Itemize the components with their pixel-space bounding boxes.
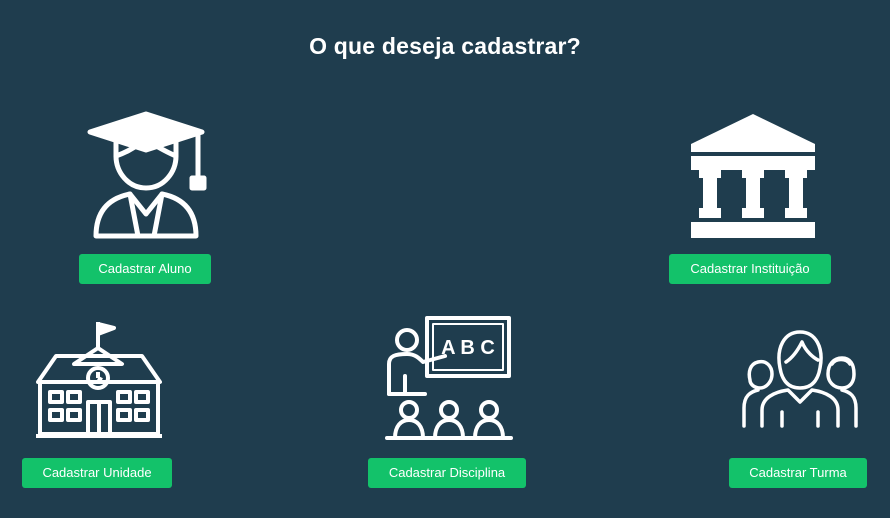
school-building-icon[interactable] (36, 320, 162, 440)
institution-building-icon[interactable] (689, 112, 817, 240)
cadastrar-disciplina-button[interactable]: Cadastrar Disciplina (368, 458, 526, 488)
cadastrar-turma-button[interactable]: Cadastrar Turma (729, 458, 867, 488)
cadastrar-instituicao-button[interactable]: Cadastrar Instituição (669, 254, 831, 284)
page-title: O que deseja cadastrar? (309, 33, 581, 59)
graduate-student-icon[interactable] (86, 110, 212, 240)
cadastrar-unidade-button[interactable]: Cadastrar Unidade (22, 458, 172, 488)
cadastrar-aluno-button[interactable]: Cadastrar Aluno (79, 254, 211, 284)
teacher-classroom-icon[interactable]: A B C (385, 316, 513, 442)
svg-text:A B C: A B C (441, 337, 495, 359)
group-people-icon[interactable] (736, 328, 864, 428)
